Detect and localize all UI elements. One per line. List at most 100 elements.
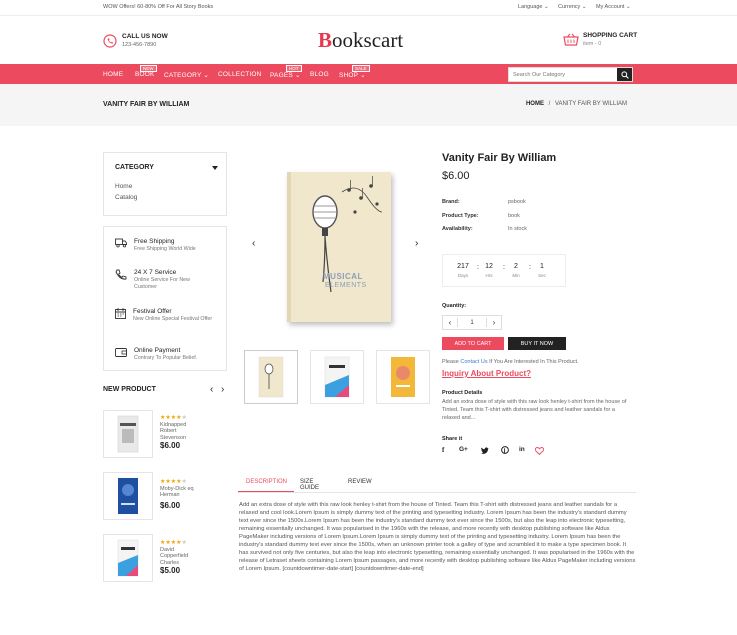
shopping-cart[interactable]: SHOPPING CART item - 0 <box>563 32 637 47</box>
nav-blog[interactable]: BLOG <box>310 71 329 78</box>
contact-us-link[interactable]: Contact Us <box>460 359 487 365</box>
account-menu[interactable]: My Account ⌄ <box>596 4 631 10</box>
service-desc: Online Service For New Customer <box>134 277 190 290</box>
thumbnail-3[interactable] <box>376 350 430 404</box>
service-title: Online Payment <box>134 347 181 354</box>
hot-badge: HOT <box>286 65 302 72</box>
product-thumb[interactable] <box>103 472 153 520</box>
book-cover-image <box>117 415 139 453</box>
product-name[interactable]: David Copperfield Charles <box>160 547 200 567</box>
thumbnail-2[interactable] <box>310 350 364 404</box>
product-price: $5.00 <box>160 566 181 575</box>
service-item: 24 X 7 Service Online Service For New Cus… <box>115 269 212 291</box>
cover-title-line2: ELEMENTS <box>325 282 367 289</box>
service-title: Free Shipping <box>134 238 175 245</box>
twitter-icon[interactable] <box>481 447 489 454</box>
tabs-divider <box>238 492 636 493</box>
brand-value: psbook <box>508 199 526 205</box>
product-thumb[interactable] <box>103 534 153 582</box>
image-prev-arrow[interactable]: ‹ <box>252 238 255 249</box>
currency-selector[interactable]: Currency ⌄ <box>558 4 586 10</box>
product-thumb[interactable] <box>103 410 153 458</box>
book-cover-image <box>391 357 415 397</box>
thumbnail-1[interactable] <box>244 350 298 404</box>
product-name[interactable]: Kidnapped Robert Stevenson <box>160 422 200 442</box>
add-to-cart-button[interactable]: ADD TO CART <box>442 337 504 350</box>
logo-text: ookscart <box>332 28 404 52</box>
service-desc: Contrary To Popular Belief. <box>134 355 198 361</box>
type-value: book <box>508 213 520 219</box>
page-title: VANITY FAIR BY WILLIAM <box>103 101 190 108</box>
nav-pages[interactable]: PAGES ⌄ <box>270 71 301 79</box>
google-plus-icon[interactable]: G+ <box>459 446 468 453</box>
services-box: Free Shipping Free Shipping World Wide 24… <box>103 226 227 371</box>
service-title: 24 X 7 Service <box>134 269 177 276</box>
microphone-illustration <box>287 172 383 322</box>
contact-note: Please Contact Us If You Are Interested … <box>442 359 579 365</box>
promo-text: WOW Offers! 60-80% Off For All Story Boo… <box>103 4 214 10</box>
service-item: Festival Offer New Online Special Festiva… <box>115 308 215 323</box>
call-us[interactable]: CALL US NOW 123-456-7890 <box>103 33 168 48</box>
product-price: $6.00 <box>160 500 181 510</box>
tab-review[interactable]: REVIEW <box>348 479 372 485</box>
share-title: Share it <box>442 436 463 442</box>
inquiry-link[interactable]: Inquiry About Product? <box>442 369 531 378</box>
product-info: ★★★★★ Kidnapped Robert Stevenson $6.00 <box>160 415 200 450</box>
nav-book[interactable]: BOOK <box>135 71 155 78</box>
timer-hours: 12 Hrs <box>485 263 493 278</box>
nav-category[interactable]: CATEGORY ⌄ <box>164 71 209 79</box>
linkedin-icon[interactable]: in <box>519 446 525 453</box>
chevron-left-icon[interactable]: ‹ <box>210 384 213 395</box>
brand-label: Brand: <box>442 199 460 205</box>
product-name[interactable]: Moby-Dick eq Herman <box>160 486 204 499</box>
search-input[interactable] <box>509 68 617 81</box>
timer-separator: : <box>503 264 505 271</box>
chevron-down-icon: ⌄ <box>360 72 366 79</box>
service-item: Online Payment Contrary To Popular Belief… <box>115 347 197 362</box>
increase-icon[interactable]: › <box>486 318 501 327</box>
main-product-image[interactable]: MUSICAL ELEMENTS <box>287 172 391 322</box>
chevron-down-icon: ⌄ <box>581 4 587 10</box>
nav-home[interactable]: HOME <box>103 71 123 78</box>
product-price: $6.00 <box>442 170 470 182</box>
new-product-title: NEW PRODUCT <box>103 386 156 393</box>
site-logo[interactable]: Bookscart <box>318 28 403 53</box>
logo-initial: B <box>318 28 333 52</box>
pinterest-icon[interactable] <box>501 446 509 454</box>
image-next-arrow[interactable]: › <box>415 238 418 249</box>
countdown-timer: 217 Days : 12 Hrs : 2 Min : 1 Sec <box>442 254 566 287</box>
chevron-down-icon: ⌄ <box>544 4 549 10</box>
search-button[interactable] <box>617 68 632 81</box>
language-selector[interactable]: Language ⌄ <box>518 4 549 10</box>
buy-now-button[interactable]: BUY IT NOW <box>508 337 566 350</box>
tab-description[interactable]: DESCRIPTION <box>246 479 287 485</box>
product-info: ★★★★★ David Copperfield Charles $5.00 <box>160 540 200 575</box>
chevron-down-icon: ⌄ <box>294 72 301 79</box>
category-home[interactable]: Home <box>115 183 132 190</box>
timer-separator: : <box>529 264 531 271</box>
decrease-icon[interactable]: ‹ <box>443 318 458 327</box>
availability-label: Availability: <box>442 226 473 232</box>
nav-shop[interactable]: SHOP ⌄ <box>339 71 366 79</box>
book-cover-image <box>118 478 138 514</box>
breadcrumb-current: VANITY FAIR BY WILLIAM <box>554 101 627 107</box>
sale-badge: SALE <box>352 65 370 72</box>
heart-icon[interactable] <box>535 447 544 455</box>
facebook-icon[interactable]: f <box>442 446 444 454</box>
details-text: Add an extra dose of style with this raw… <box>442 399 627 421</box>
cover-title-line1: MUSICAL <box>323 272 363 281</box>
details-title: Product Details <box>442 390 483 396</box>
timer-days: 217 Days <box>457 263 469 278</box>
caret-down-icon[interactable] <box>212 166 218 170</box>
breadcrumb-home[interactable]: HOME <box>526 101 544 107</box>
phone-icon <box>103 33 117 48</box>
tab-size-guide[interactable]: SIZE GUIDE <box>300 479 319 491</box>
breadcrumb: HOME / VANITY FAIR BY WILLIAM <box>526 101 627 107</box>
call-us-number: 123-456-7890 <box>122 42 157 48</box>
service-item: Free Shipping Free Shipping World Wide <box>115 238 196 253</box>
quantity-input[interactable]: 1 <box>458 320 486 326</box>
product-info: ★★★★★ Moby-Dick eq Herman $6.00 <box>160 479 204 509</box>
category-catalog[interactable]: Catalog <box>115 194 137 201</box>
chevron-right-icon[interactable]: › <box>221 384 224 395</box>
nav-collection[interactable]: COLLECTION <box>218 71 262 78</box>
